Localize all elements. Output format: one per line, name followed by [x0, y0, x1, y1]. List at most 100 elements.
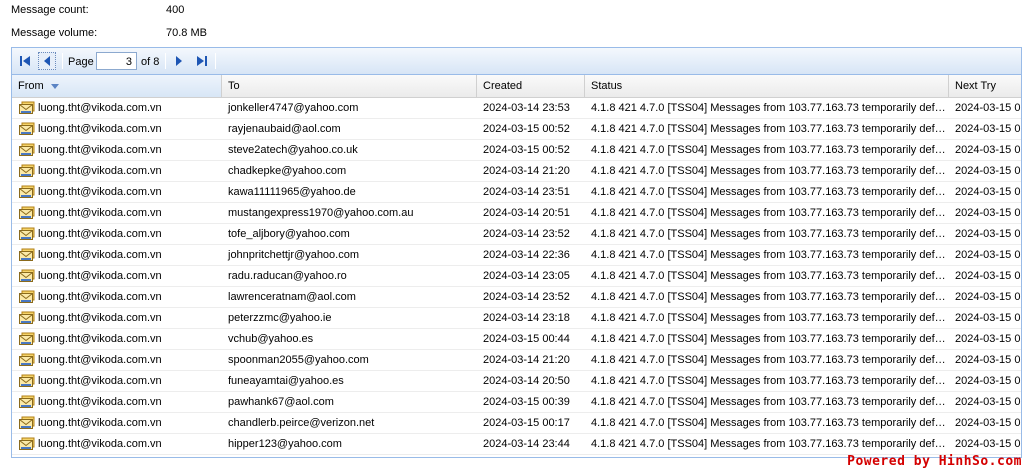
- cell-status-text: 4.1.8 421 4.7.0 [TSS04] Messages from 10…: [591, 165, 949, 177]
- envelope-icon: [19, 164, 35, 177]
- last-page-button[interactable]: [192, 52, 210, 70]
- sort-desc-icon: [50, 83, 59, 89]
- cell-to: mustangexpress1970@yahoo.com.au: [222, 203, 477, 223]
- cell-from-text: luong.tht@vikoda.com.vn: [38, 249, 162, 261]
- cell-to: tofe_aljbory@yahoo.com: [222, 224, 477, 244]
- stat-value: 70.8 MB: [166, 27, 207, 39]
- cell-from-text: luong.tht@vikoda.com.vn: [38, 375, 162, 387]
- cell-to-text: jonkeller4747@yahoo.com: [228, 102, 359, 114]
- table-row[interactable]: luong.tht@vikoda.com.vn tofe_aljbory@yaho…: [12, 224, 1021, 245]
- cell-status-text: 4.1.8 421 4.7.0 [TSS04] Messages from 10…: [591, 375, 949, 387]
- cell-created-text: 2024-03-14 23:52: [483, 228, 570, 240]
- cell-to-text: tofe_aljbory@yahoo.com: [228, 228, 350, 240]
- cell-status-text: 4.1.8 421 4.7.0 [TSS04] Messages from 10…: [591, 396, 949, 408]
- cell-created: 2024-03-15 00:52: [477, 119, 585, 139]
- cell-to-text: mustangexpress1970@yahoo.com.au: [228, 207, 414, 219]
- cell-next-try: 2024-03-15 0: [949, 182, 1021, 202]
- table-row[interactable]: luong.tht@vikoda.com.vn hipper123@yahoo.c…: [12, 434, 1021, 455]
- cell-next-try: 2024-03-15 0: [949, 161, 1021, 181]
- column-header-to[interactable]: To: [222, 75, 477, 97]
- table-row[interactable]: luong.tht@vikoda.com.vn peterzzmc@yahoo.i…: [12, 308, 1021, 329]
- table-row[interactable]: luong.tht@vikoda.com.vn funeayamtai@yahoo…: [12, 371, 1021, 392]
- cell-next-try-text: 2024-03-15 0: [955, 144, 1021, 156]
- cell-from: luong.tht@vikoda.com.vn: [12, 434, 222, 454]
- table-row[interactable]: luong.tht@vikoda.com.vn jonkeller4747@yah…: [12, 98, 1021, 119]
- cell-from: luong.tht@vikoda.com.vn: [12, 245, 222, 265]
- envelope-icon: [19, 290, 35, 303]
- cell-from: luong.tht@vikoda.com.vn: [12, 224, 222, 244]
- table-row[interactable]: luong.tht@vikoda.com.vn kawa11111965@yaho…: [12, 182, 1021, 203]
- cell-to: pawhank67@aol.com: [222, 392, 477, 412]
- envelope-icon: [19, 248, 35, 261]
- cell-status: 4.1.8 421 4.7.0 [TSS04] Messages from 10…: [585, 350, 949, 370]
- cell-created: 2024-03-14 23:52: [477, 224, 585, 244]
- next-page-button[interactable]: [170, 52, 188, 70]
- envelope-icon: [19, 395, 35, 408]
- cell-to-text: rayjenaubaid@aol.com: [228, 123, 341, 135]
- powered-by-watermark: Powered by HinhSo.com: [847, 454, 1022, 469]
- cell-status: 4.1.8 421 4.7.0 [TSS04] Messages from 10…: [585, 266, 949, 286]
- prev-page-button[interactable]: [38, 52, 56, 70]
- table-row[interactable]: luong.tht@vikoda.com.vn mustangexpress197…: [12, 203, 1021, 224]
- prev-page-icon: [44, 56, 50, 66]
- stat-label: Message count:: [11, 4, 89, 16]
- cell-status: 4.1.8 421 4.7.0 [TSS04] Messages from 10…: [585, 245, 949, 265]
- table-row[interactable]: luong.tht@vikoda.com.vn chandlerb.peirce@…: [12, 413, 1021, 434]
- column-header-status[interactable]: Status: [585, 75, 949, 97]
- envelope-icon: [19, 374, 35, 387]
- table-row[interactable]: luong.tht@vikoda.com.vn pawhank67@aol.com…: [12, 392, 1021, 413]
- cell-to-text: radu.raducan@yahoo.ro: [228, 270, 347, 282]
- message-queue-grid: Page of 8 From To Created: [11, 47, 1022, 458]
- cell-to: spoonman2055@yahoo.com: [222, 350, 477, 370]
- cell-to-text: funeayamtai@yahoo.es: [228, 375, 344, 387]
- column-header-created[interactable]: Created: [477, 75, 585, 97]
- cell-next-try-text: 2024-03-15 0: [955, 375, 1021, 387]
- cell-created: 2024-03-14 23:18: [477, 308, 585, 328]
- cell-status-text: 4.1.8 421 4.7.0 [TSS04] Messages from 10…: [591, 207, 949, 219]
- cell-created: 2024-03-14 23:05: [477, 266, 585, 286]
- table-row[interactable]: luong.tht@vikoda.com.vn lawrenceratnam@ao…: [12, 287, 1021, 308]
- cell-to: kawa11111965@yahoo.de: [222, 182, 477, 202]
- cell-to: chadkepke@yahoo.com: [222, 161, 477, 181]
- page-number-input[interactable]: [96, 52, 137, 70]
- cell-next-try-text: 2024-03-15 0: [955, 228, 1021, 240]
- envelope-icon: [19, 353, 35, 366]
- column-header-from[interactable]: From: [12, 75, 222, 97]
- cell-created-text: 2024-03-14 23:18: [483, 312, 570, 324]
- cell-created-text: 2024-03-15 00:44: [483, 333, 570, 345]
- page-label: Page: [68, 56, 94, 68]
- cell-created-text: 2024-03-14 23:05: [483, 270, 570, 282]
- table-row[interactable]: luong.tht@vikoda.com.vn chadkepke@yahoo.c…: [12, 161, 1021, 182]
- cell-next-try: 2024-03-15 0: [949, 266, 1021, 286]
- cell-next-try: 2024-03-15 0: [949, 140, 1021, 160]
- cell-next-try: 2024-03-15 0: [949, 350, 1021, 370]
- cell-next-try: 2024-03-15 0: [949, 392, 1021, 412]
- table-row[interactable]: luong.tht@vikoda.com.vn vchub@yahoo.es 202…: [12, 329, 1021, 350]
- cell-status-text: 4.1.8 421 4.7.0 [TSS04] Messages from 10…: [591, 102, 949, 114]
- cell-to: jonkeller4747@yahoo.com: [222, 98, 477, 118]
- cell-status: 4.1.8 421 4.7.0 [TSS04] Messages from 10…: [585, 308, 949, 328]
- table-row[interactable]: luong.tht@vikoda.com.vn spoonman2055@yaho…: [12, 350, 1021, 371]
- envelope-icon: [19, 416, 35, 429]
- table-row[interactable]: luong.tht@vikoda.com.vn johnpritchettjr@y…: [12, 245, 1021, 266]
- table-row[interactable]: luong.tht@vikoda.com.vn steve2atech@yahoo…: [12, 140, 1021, 161]
- cell-to-text: chandlerb.peirce@verizon.net: [228, 417, 375, 429]
- cell-from-text: luong.tht@vikoda.com.vn: [38, 291, 162, 303]
- cell-to-text: lawrenceratnam@aol.com: [228, 291, 356, 303]
- cell-status: 4.1.8 421 4.7.0 [TSS04] Messages from 10…: [585, 161, 949, 181]
- column-header-next-try[interactable]: Next Try: [949, 75, 1021, 97]
- cell-next-try-text: 2024-03-15 0: [955, 249, 1021, 261]
- cell-created-text: 2024-03-14 20:50: [483, 375, 570, 387]
- cell-created-text: 2024-03-14 21:20: [483, 354, 570, 366]
- cell-to: johnpritchettjr@yahoo.com: [222, 245, 477, 265]
- cell-from: luong.tht@vikoda.com.vn: [12, 329, 222, 349]
- cell-to: hipper123@yahoo.com: [222, 434, 477, 454]
- table-row[interactable]: luong.tht@vikoda.com.vn rayjenaubaid@aol.…: [12, 119, 1021, 140]
- column-label: Status: [591, 80, 623, 92]
- cell-status-text: 4.1.8 421 4.7.0 [TSS04] Messages from 10…: [591, 438, 949, 450]
- cell-from: luong.tht@vikoda.com.vn: [12, 266, 222, 286]
- first-page-button[interactable]: [17, 52, 35, 70]
- cell-from: luong.tht@vikoda.com.vn: [12, 413, 222, 433]
- table-row[interactable]: luong.tht@vikoda.com.vn radu.raducan@yaho…: [12, 266, 1021, 287]
- cell-status-text: 4.1.8 421 4.7.0 [TSS04] Messages from 10…: [591, 312, 949, 324]
